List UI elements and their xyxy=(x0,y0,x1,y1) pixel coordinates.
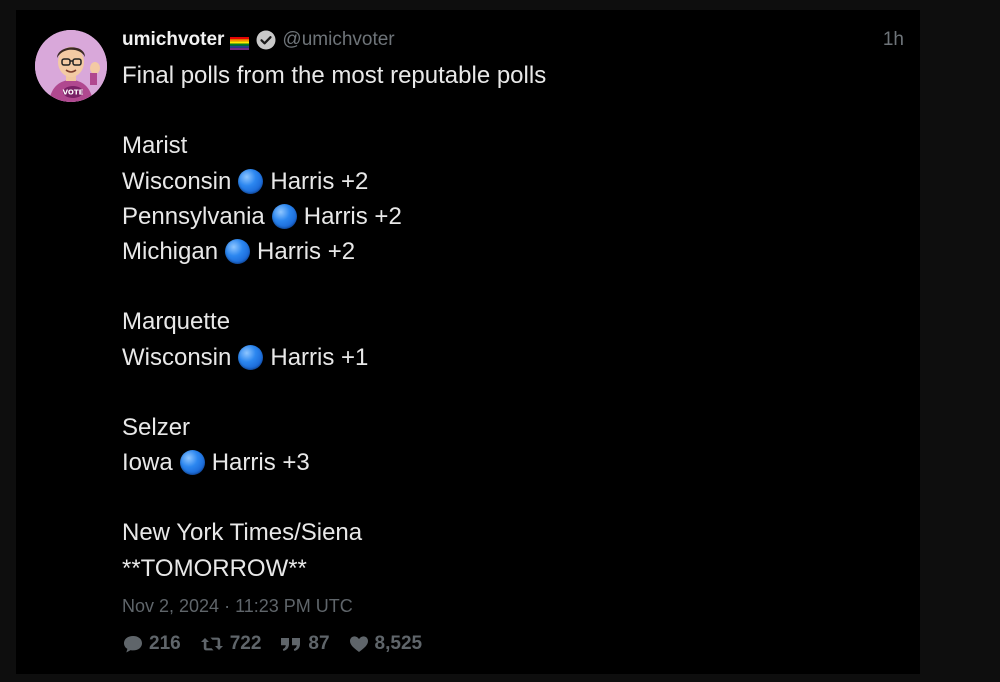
final-note: **TOMORROW** xyxy=(122,554,307,582)
state-name: Iowa xyxy=(122,449,173,477)
state-name: Pennsylvania xyxy=(122,202,265,230)
relative-time[interactable]: 1h xyxy=(883,29,904,51)
tweet-header: umichvoter @umichvoter 1h xyxy=(122,27,904,53)
state-name: Michigan xyxy=(122,237,219,265)
tweet-text: Final polls from the most reputable poll… xyxy=(122,58,822,586)
blue-circle-icon xyxy=(179,450,205,476)
rainbow-flag-icon xyxy=(230,34,250,50)
reply-stat[interactable]: 216 xyxy=(122,633,181,655)
avatar-cartoon-icon: VOTE xyxy=(35,30,107,102)
state-name: Wisconsin xyxy=(122,343,232,371)
poll-result-line: Wisconsin Harris +1 xyxy=(122,340,822,375)
blue-circle-icon xyxy=(225,239,251,265)
display-name[interactable]: umichvoter xyxy=(122,29,224,51)
poll-result-line: Wisconsin Harris +2 xyxy=(122,164,822,199)
candidate-margin: Harris +3 xyxy=(211,449,310,477)
pollster-name: Marist xyxy=(122,132,188,160)
candidate-margin: Harris +2 xyxy=(270,167,369,195)
pollster-name: New York Times/Siena xyxy=(122,519,363,547)
user-handle[interactable]: @umichvoter xyxy=(282,29,394,51)
retweet-stat[interactable]: 722 xyxy=(199,633,262,655)
intro-text: Final polls from the most reputable poll… xyxy=(122,62,547,89)
pollster-name: Selzer xyxy=(122,413,191,441)
svg-text:VOTE: VOTE xyxy=(63,89,84,97)
candidate-margin: Harris +2 xyxy=(257,237,356,265)
tweet-card: VOTE umichvoter @umichvoter 1h Final pol… xyxy=(16,10,920,674)
blue-circle-icon xyxy=(238,344,264,370)
quote-count: 87 xyxy=(308,633,330,654)
like-stat[interactable]: 8,525 xyxy=(348,633,423,655)
pollster-name: Marquette xyxy=(122,308,231,336)
reply-count: 216 xyxy=(149,633,181,654)
state-name: Wisconsin xyxy=(122,167,232,195)
reply-bubble-icon xyxy=(124,636,142,653)
poll-result-line: Michigan Harris +2 xyxy=(122,234,822,269)
poll-result-line: Pennsylvania Harris +2 xyxy=(122,199,822,234)
quote-stat[interactable]: 87 xyxy=(279,633,330,655)
candidate-margin: Harris +2 xyxy=(303,202,402,230)
verified-badge-icon xyxy=(256,30,276,50)
blue-circle-icon xyxy=(271,203,297,229)
heart-icon xyxy=(349,636,368,652)
like-count: 8,525 xyxy=(374,633,423,654)
engagement-stats: 216 722 87 8,525 xyxy=(122,633,440,655)
poll-result-line: Iowa Harris +3 xyxy=(122,445,822,480)
candidate-margin: Harris +1 xyxy=(270,343,369,371)
tweet-timestamp[interactable]: Nov 2, 2024 · 11:23 PM UTC xyxy=(122,596,353,617)
retweet-icon xyxy=(200,637,223,651)
quote-icon xyxy=(281,638,301,651)
retweet-count: 722 xyxy=(229,633,262,654)
blue-circle-icon xyxy=(238,168,264,194)
avatar[interactable]: VOTE xyxy=(35,30,107,102)
